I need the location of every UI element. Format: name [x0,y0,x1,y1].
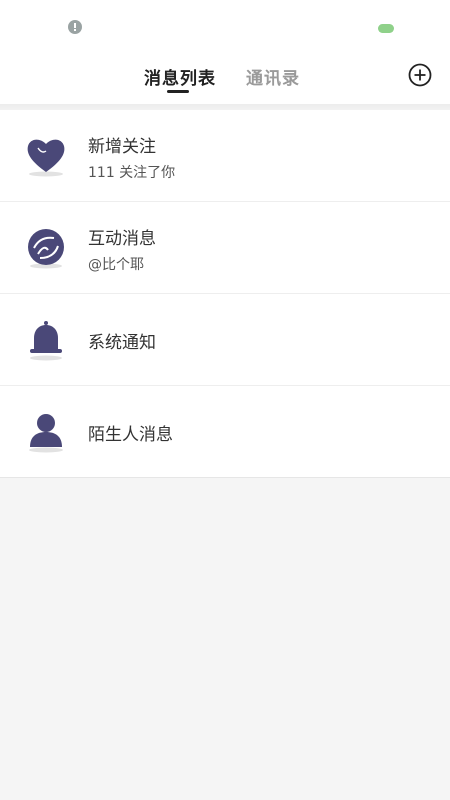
item-title: 陌生人消息 [88,425,173,445]
tab-message-list[interactable]: 消息列表 [144,64,216,89]
item-title: 新增关注 [88,137,156,157]
item-title: 互动消息 [88,229,156,249]
status-bar [0,0,450,52]
alert-icon [68,20,82,34]
tab-contacts[interactable]: 通讯录 [246,64,300,89]
heart-icon [27,139,65,177]
list-item-system-notifications[interactable]: 系统通知 [0,294,450,386]
item-subtitle: @比个耶 [88,257,144,273]
add-icon[interactable] [408,63,432,87]
active-tab-indicator [167,90,189,93]
top-navigation: 消息列表 通讯录 [0,52,450,104]
list-item-stranger-messages[interactable]: 陌生人消息 [0,386,450,478]
item-subtitle: 111 关注了你 [88,165,176,181]
list-item-new-followers[interactable]: 新增关注 111 关注了你 [0,110,450,202]
status-indicator-icon [378,24,394,33]
interaction-icon [28,229,64,269]
message-screen: 消息列表 通讯录 新增关注 111 关注了你 互动消息 @比个耶 系统通知 陌生… [0,0,450,800]
item-title: 系统通知 [88,333,156,353]
bell-icon [30,321,62,361]
message-list: 新增关注 111 关注了你 互动消息 @比个耶 系统通知 陌生人消息 [0,110,450,478]
list-item-interactions[interactable]: 互动消息 @比个耶 [0,202,450,294]
person-icon [29,414,63,453]
